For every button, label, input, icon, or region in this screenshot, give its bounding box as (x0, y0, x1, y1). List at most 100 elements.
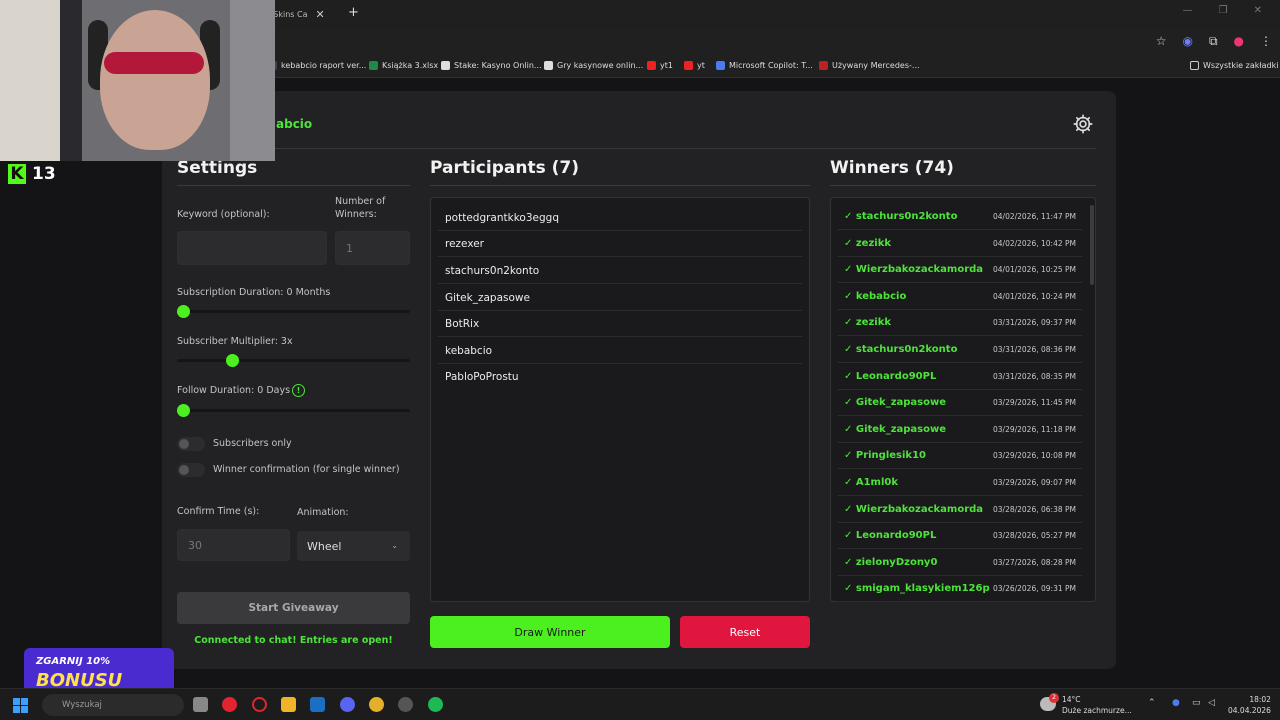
follow-duration-slider-track[interactable] (177, 409, 410, 412)
bookmark-item[interactable]: Gry kasynowe onlin... (544, 61, 643, 70)
multiplier-label: Subscriber Multiplier: 3x (177, 336, 293, 347)
winner-date: 03/26/2026, 09:31 PM (993, 584, 1076, 594)
taskbar-search[interactable]: Wyszukaj (42, 694, 184, 716)
discord-icon[interactable] (340, 697, 355, 712)
bookmark-item[interactable]: Stake: Kasyno Onlin... (441, 61, 542, 70)
header-divider (270, 148, 1096, 149)
menu-icon[interactable]: ⋮ (1260, 34, 1272, 49)
info-icon[interactable]: ! (292, 384, 305, 397)
start-giveaway-button[interactable]: Start Giveaway (177, 592, 410, 624)
puzzle-icon[interactable]: ⧉ (1209, 34, 1218, 49)
reset-button[interactable]: Reset (680, 616, 810, 648)
winners-count-input[interactable]: 1 (335, 231, 410, 265)
winner-confirmation-toggle[interactable] (177, 463, 205, 477)
winner-date: 03/31/2026, 08:35 PM (993, 371, 1076, 381)
winners-title: Winners (74) (830, 158, 954, 178)
bookmark-label: Stake: Kasyno Onlin... (454, 61, 542, 70)
star-icon[interactable]: ☆ (1156, 34, 1167, 49)
all-bookmarks[interactable]: Wszystkie zakładki (1190, 61, 1278, 70)
animation-select[interactable]: Wheel ⌄ (297, 531, 410, 561)
winner-name: ✓ Pringlesik10 (844, 450, 926, 462)
new-tab-button[interactable]: + (348, 5, 359, 20)
winner-row: ✓ zezikk 04/02/2026, 10:42 PM (838, 231, 1082, 257)
keyword-label: Keyword (optional): (177, 209, 270, 220)
extension-icon[interactable]: ◉ (1182, 34, 1192, 49)
participants-title: Participants (7) (430, 158, 579, 178)
close-window-icon[interactable]: ✕ (1254, 5, 1262, 16)
winner-date: 03/29/2026, 09:07 PM (993, 478, 1076, 487)
winner-row: ✓ smigam_klasykiem126p 03/26/2026, 09:31 … (838, 576, 1082, 603)
winner-date: 03/31/2026, 08:36 PM (993, 345, 1076, 354)
bookmark-item[interactable]: Książka 3.xlsx (369, 61, 438, 70)
winners-scrollbar[interactable] (1090, 205, 1094, 285)
multiplier-slider-track[interactable] (177, 359, 410, 362)
bookmark-item[interactable]: Używany Mercedes-... (819, 61, 920, 70)
winner-row: ✓ stachurs0n2konto 03/31/2026, 08:36 PM (838, 337, 1082, 363)
brand-name: abcio (276, 117, 313, 131)
excel-icon (369, 61, 378, 70)
winner-name: ✓ kebabcio (844, 290, 907, 302)
participant-item: kebabcio (438, 338, 802, 364)
webcam-sidebar (60, 0, 82, 161)
follow-duration-slider-thumb[interactable] (177, 404, 190, 417)
webcam-background (230, 0, 275, 161)
tray-chevron-icon[interactable]: ⌃ (1148, 698, 1156, 708)
spotify-icon[interactable] (428, 697, 443, 712)
winner-row: ✓ Wierzbakozackamorda 03/28/2026, 06:38 P… (838, 497, 1082, 523)
bookmark-label: yt1 (660, 61, 673, 70)
maximize-icon[interactable]: ❐ (1219, 5, 1228, 16)
minimize-icon[interactable]: — (1183, 5, 1193, 16)
confirm-time-input[interactable]: 30 (177, 529, 290, 561)
keyword-input[interactable] (177, 231, 327, 265)
participants-divider (430, 185, 810, 186)
bookmark-item[interactable]: yt (684, 61, 705, 70)
winners-count-label: Number of Winners: (335, 196, 386, 220)
steam-icon[interactable] (310, 697, 325, 712)
participant-item: Gitek_zapasowe (438, 285, 802, 311)
participant-item: PabloPoProstu (445, 371, 519, 383)
folder-icon[interactable] (281, 697, 296, 712)
settings-divider (177, 185, 410, 186)
winner-name: ✓ stachurs0n2konto (844, 344, 958, 355)
multiplier-slider-thumb[interactable] (226, 354, 239, 367)
subs-only-toggle[interactable] (177, 437, 205, 451)
kick-viewer-count: K 13 (8, 164, 56, 184)
weather-badge: 2 (1049, 693, 1059, 703)
chevron-down-icon: ⌄ (391, 541, 398, 550)
bookmark-item[interactable]: yt1 (647, 61, 673, 70)
participant-item: stachurs0n2konto (438, 258, 802, 284)
chrome-icon[interactable] (369, 697, 384, 712)
close-tab-icon[interactable]: ✕ (316, 8, 325, 21)
viewer-count: 13 (32, 164, 56, 184)
network-icon[interactable]: ▭ (1192, 698, 1201, 708)
mic-icon[interactable]: ● (1172, 698, 1180, 708)
winner-date: 03/29/2026, 10:08 PM (993, 451, 1076, 461)
opera-icon[interactable] (222, 697, 237, 712)
winner-name: ✓ A1ml0k (844, 477, 899, 488)
winner-row: ✓ Pringlesik10 03/29/2026, 10:08 PM (838, 443, 1082, 470)
toolbar-icons: ☆ ◉ ⧉ ● ⋮ (1156, 34, 1272, 49)
animation-value: Wheel (307, 539, 342, 553)
participant-item: rezexer (438, 231, 802, 257)
bookmark-item[interactable]: Microsoft Copilot: T... (716, 61, 813, 70)
confirm-time-label: Confirm Time (s): (177, 506, 260, 517)
bookmark-item[interactable]: kebabcio raport ver... (268, 61, 366, 70)
gear-icon[interactable] (1072, 113, 1094, 135)
profile-icon[interactable]: ● (1234, 34, 1244, 49)
sub-duration-slider-thumb[interactable] (177, 305, 190, 318)
draw-winner-button[interactable]: Draw Winner (430, 616, 670, 648)
clock[interactable]: 18:02 04.04.2026 (1228, 694, 1271, 716)
winner-name: ✓ Gitek_zapasowe (844, 423, 947, 435)
participant-item: pottedgrantkko3eggq (438, 205, 802, 231)
weather-widget[interactable]: 14°C Duże zachmurze... (1062, 694, 1132, 716)
windows-start-icon[interactable] (13, 698, 28, 713)
taskview-icon[interactable] (193, 697, 208, 712)
streamer-face (100, 10, 210, 150)
winner-row: ✓ Leonardo90PL 03/28/2026, 05:27 PM (838, 523, 1082, 550)
winner-date: 03/29/2026, 11:45 PM (993, 398, 1076, 408)
obs-icon[interactable] (398, 697, 413, 712)
winner-name: ✓ zielonyDzony0 (844, 556, 938, 568)
opera-gx-icon[interactable] (252, 697, 267, 712)
volume-icon[interactable]: ◁ (1208, 698, 1215, 708)
sub-duration-slider-track[interactable] (177, 310, 410, 313)
